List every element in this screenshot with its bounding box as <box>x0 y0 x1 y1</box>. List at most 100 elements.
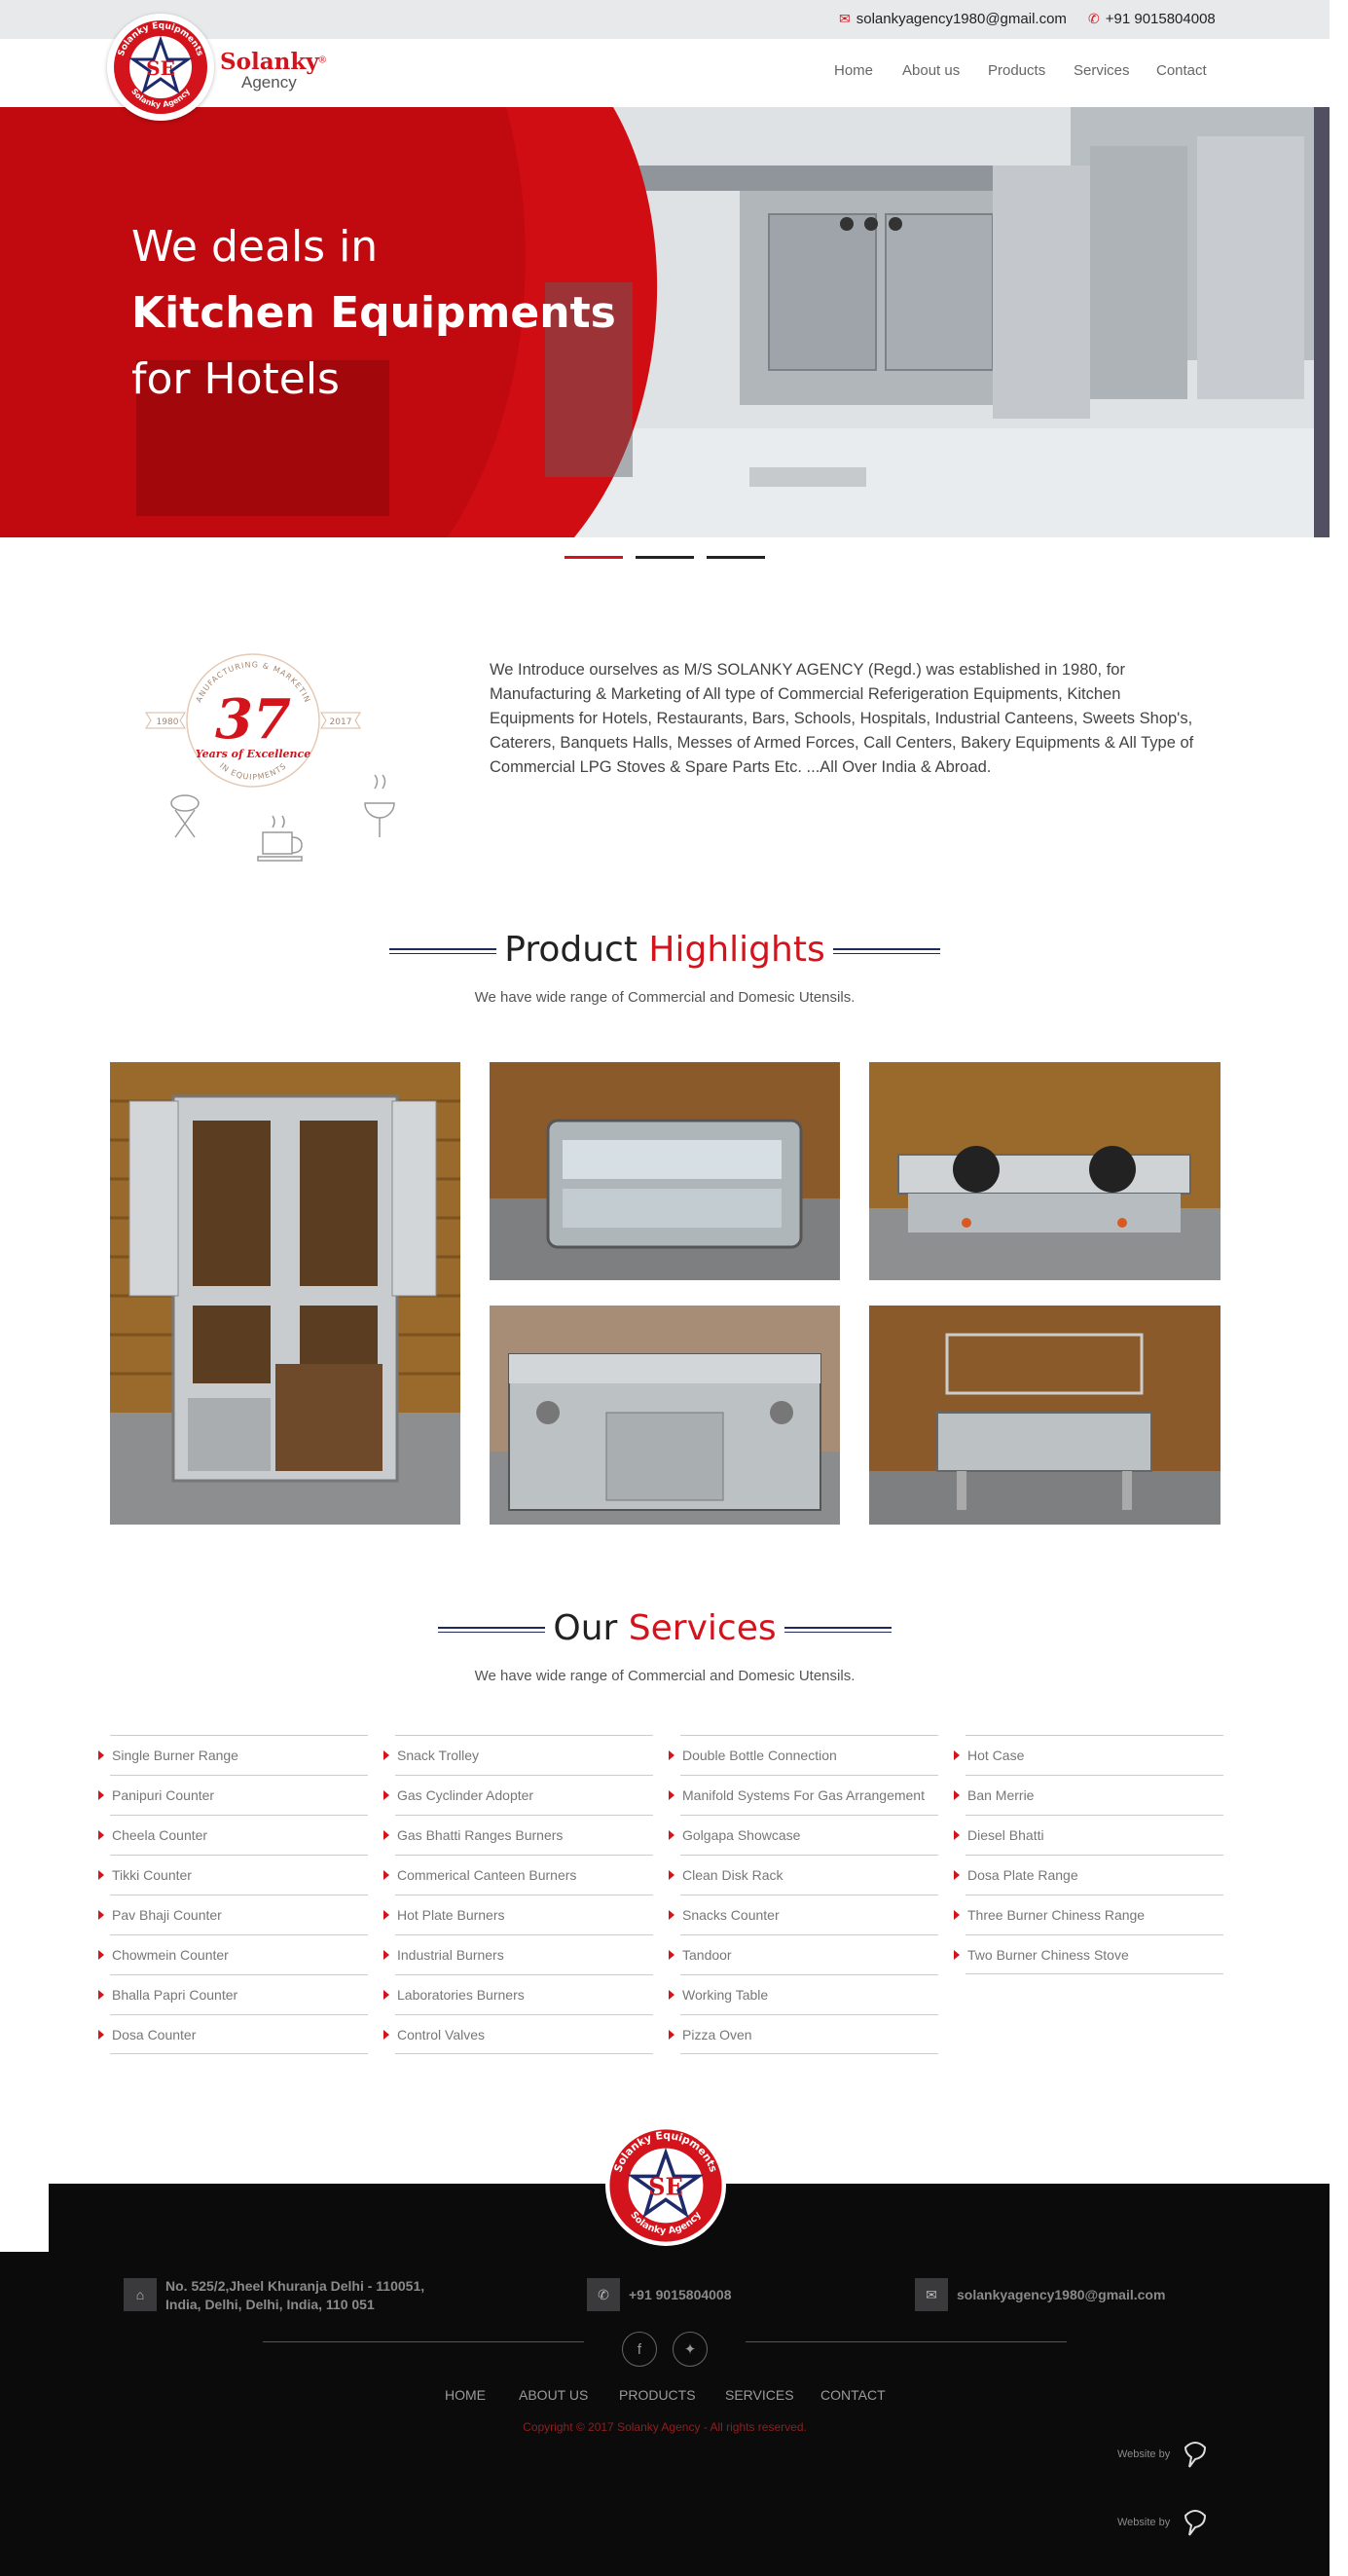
service-item[interactable]: Double Bottle Connection <box>669 1735 938 1775</box>
footer-divider-right <box>746 2341 1067 2342</box>
service-item[interactable]: Laboratories Burners <box>383 1974 653 2014</box>
caret-right-icon <box>98 1950 104 1960</box>
service-label: Three Burner Chiness Range <box>967 1907 1146 1923</box>
footer-address: No. 525/2,Jheel Khuranja Delhi - 110051,… <box>165 2278 425 2312</box>
service-item[interactable]: Pizza Oven <box>669 2014 938 2054</box>
slider-dot-2[interactable] <box>636 556 694 559</box>
service-item[interactable]: Gas Cyclinder Adopter <box>383 1775 653 1815</box>
bbq-icon <box>364 774 395 837</box>
service-item[interactable]: Bhalla Papri Counter <box>98 1974 368 2014</box>
product-image-two-burner-stove[interactable] <box>869 1062 1220 1280</box>
service-label: Laboratories Burners <box>397 1987 525 2003</box>
top-email-link[interactable]: ✉ solankyagency1980@gmail.com <box>839 11 1067 27</box>
service-label: Cheela Counter <box>112 1827 208 1843</box>
service-item[interactable]: Hot Plate Burners <box>383 1895 653 1934</box>
top-phone-link[interactable]: ✆ +91 9015804008 <box>1088 11 1216 27</box>
website-by-credit-2[interactable]: Website by <box>1117 2508 1209 2537</box>
service-label: Gas Cyclinder Adopter <box>397 1787 534 1803</box>
service-item[interactable]: Cheela Counter <box>98 1815 368 1855</box>
service-item[interactable]: Pav Bhaji Counter <box>98 1895 368 1934</box>
service-item[interactable]: Panipuri Counter <box>98 1775 368 1815</box>
service-item[interactable]: Commerical Canteen Burners <box>383 1855 653 1895</box>
footer-nav-contact[interactable]: CONTACT <box>820 2387 886 2403</box>
footer-email[interactable]: solankyagency1980@gmail.com <box>957 2286 1165 2304</box>
service-item[interactable]: Golgapa Showcase <box>669 1815 938 1855</box>
product-image-cabinet[interactable] <box>110 1062 460 1525</box>
caret-right-icon <box>383 1910 389 1920</box>
badge-script: Years of Excellence <box>196 748 310 760</box>
service-item[interactable]: Two Burner Chiness Stove <box>954 1934 1223 1974</box>
service-item[interactable]: Industrial Burners <box>383 1934 653 1974</box>
service-item[interactable]: Clean Disk Rack <box>669 1855 938 1895</box>
service-label: Dosa Plate Range <box>967 1867 1078 1883</box>
caret-right-icon <box>669 2030 674 2040</box>
envelope-icon: ✉ <box>839 11 851 26</box>
heading-line-right <box>783 1627 892 1633</box>
service-item[interactable]: Chowmein Counter <box>98 1934 368 1974</box>
footer-edge <box>0 2252 49 2576</box>
footer-nav-home[interactable]: HOME <box>445 2387 486 2403</box>
footer-nav-products[interactable]: PRODUCTS <box>619 2387 696 2403</box>
slider-dot-3[interactable] <box>707 556 765 559</box>
website-by-credit-1[interactable]: Website by <box>1117 2440 1209 2469</box>
badge-number: 37 <box>215 687 291 752</box>
service-label: Double Bottle Connection <box>682 1748 837 1763</box>
nav-about-us[interactable]: About us <box>902 62 960 79</box>
badge-arc-bottom: IN EQUIPMENTS <box>218 761 287 782</box>
products-title-b: Highlights <box>648 930 825 970</box>
footer-phone[interactable]: +91 9015804008 <box>629 2286 732 2304</box>
site-logo[interactable]: SE Solanky Equipments Solanky Agency <box>107 14 214 121</box>
caret-right-icon <box>669 1750 674 1760</box>
caret-right-icon <box>98 2030 104 2040</box>
service-item[interactable]: Tikki Counter <box>98 1855 368 1895</box>
footer-logo[interactable]: SE Solanky Equipments Solanky Agency <box>605 2125 726 2246</box>
logo-monogram: SE <box>146 56 175 80</box>
service-item[interactable]: Tandoor <box>669 1934 938 1974</box>
service-label: Hot Case <box>967 1748 1025 1763</box>
caret-right-icon <box>383 1870 389 1880</box>
service-label: Commerical Canteen Burners <box>397 1867 577 1883</box>
footer-nav-services[interactable]: SERVICES <box>725 2387 794 2403</box>
service-item[interactable]: Hot Case <box>954 1735 1223 1775</box>
brand-wordmark[interactable]: Solanky® Agency <box>220 49 326 92</box>
caret-right-icon <box>954 1830 960 1840</box>
products-heading: Product Highlights <box>0 930 1330 970</box>
service-item[interactable]: Ban Merrie <box>954 1775 1223 1815</box>
nav-products[interactable]: Products <box>988 62 1045 79</box>
service-label: Chowmein Counter <box>112 1947 229 1963</box>
service-item[interactable]: Single Burner Range <box>98 1735 368 1775</box>
service-item[interactable]: Diesel Bhatti <box>954 1815 1223 1855</box>
caret-right-icon <box>383 1830 389 1840</box>
service-item[interactable]: Dosa Plate Range <box>954 1855 1223 1895</box>
twitter-icon[interactable]: ✦ <box>673 2332 708 2367</box>
service-label: Tikki Counter <box>112 1867 192 1883</box>
service-item[interactable]: Dosa Counter <box>98 2014 368 2054</box>
facebook-icon[interactable]: f <box>622 2332 657 2367</box>
service-item[interactable]: Snack Trolley <box>383 1735 653 1775</box>
heading-line-left <box>389 948 497 954</box>
service-item[interactable]: Manifold Systems For Gas Arrangement <box>669 1775 938 1815</box>
caret-right-icon <box>954 1750 960 1760</box>
caret-right-icon <box>954 1870 960 1880</box>
caret-right-icon <box>98 1990 104 2000</box>
service-item[interactable]: Gas Bhatti Ranges Burners <box>383 1815 653 1855</box>
product-image-bain-marie[interactable] <box>490 1306 840 1525</box>
service-label: Working Table <box>682 1987 769 2003</box>
phone-icon: ✆ <box>1088 11 1100 26</box>
caret-right-icon <box>98 1790 104 1800</box>
service-item[interactable]: Working Table <box>669 1974 938 2014</box>
products-title-a: Product <box>504 930 638 970</box>
developer-logo-icon <box>1184 2510 1207 2536</box>
hero-slider[interactable]: We deals in Kitchen Equipments for Hotel… <box>0 107 1330 537</box>
service-item[interactable]: Snacks Counter <box>669 1895 938 1934</box>
nav-home[interactable]: Home <box>834 62 873 79</box>
nav-contact[interactable]: Contact <box>1156 62 1207 79</box>
service-item[interactable]: Three Burner Chiness Range <box>954 1895 1223 1934</box>
slider-dot-1[interactable] <box>565 556 623 559</box>
service-item[interactable]: Control Valves <box>383 2014 653 2054</box>
product-image-snack-counter[interactable] <box>869 1306 1220 1525</box>
svg-text:IN EQUIPMENTS: IN EQUIPMENTS <box>218 761 288 782</box>
nav-services[interactable]: Services <box>1074 62 1130 79</box>
product-image-display-counter[interactable] <box>490 1062 840 1280</box>
footer-nav-about[interactable]: ABOUT US <box>519 2387 588 2403</box>
